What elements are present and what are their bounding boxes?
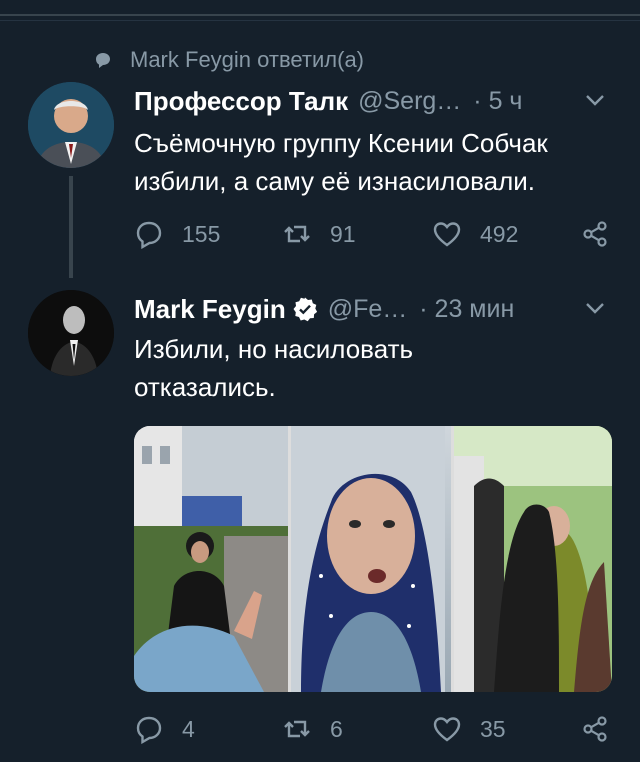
comment-bubble-icon — [94, 51, 112, 69]
avatar[interactable] — [28, 82, 114, 168]
tweet-actions: 155 91 492 — [134, 214, 614, 254]
share-button[interactable] — [580, 214, 628, 254]
share-button[interactable] — [580, 709, 628, 749]
media-photo[interactable] — [134, 426, 288, 692]
top-divider-secondary — [0, 20, 640, 21]
retweet-count: 6 — [330, 715, 343, 742]
tweet-actions: 4 6 35 — [134, 709, 614, 749]
reply-count: 155 — [182, 220, 221, 247]
tweet-header: Mark Feygin @Fe… · 23 мин — [134, 290, 514, 328]
author-handle[interactable]: @Fe… — [328, 295, 408, 324]
tweet-text-line: избили, а саму её изнасиловали. — [134, 166, 535, 196]
chevron-down-icon[interactable] — [584, 93, 606, 107]
reply-icon — [136, 221, 162, 249]
tweet-text-line: Съёмочную группу Ксении Собчак — [134, 128, 548, 158]
tweet-text: Съёмочную группу Ксении Собчак избили, а… — [134, 124, 614, 200]
retweet-icon — [284, 225, 310, 243]
like-count: 492 — [480, 220, 519, 247]
reply-icon — [136, 716, 162, 744]
share-icon — [583, 716, 607, 742]
author-name[interactable]: Mark Feygin — [134, 294, 286, 325]
media-photo[interactable] — [288, 426, 454, 692]
like-icon — [433, 222, 461, 247]
author-handle[interactable]: @Serg… — [358, 87, 461, 116]
thread-connector-line — [69, 176, 73, 278]
tweet-timestamp[interactable]: · 23 мин — [419, 295, 514, 324]
reply-context-text: Mark Feygin ответил(а) — [130, 47, 365, 72]
like-icon — [433, 717, 461, 742]
retweet-count: 91 — [330, 220, 356, 247]
like-count: 35 — [480, 715, 506, 742]
reply-context-bar[interactable]: Mark Feygin ответил(а) — [94, 40, 364, 80]
top-divider — [0, 14, 640, 16]
retweet-button[interactable]: 91 — [282, 214, 356, 254]
tweet-header: Профессор Талк @Serg… · 5 ч — [134, 82, 522, 120]
like-button[interactable]: 492 — [432, 214, 518, 254]
like-button[interactable]: 35 — [432, 709, 506, 749]
author-name[interactable]: Профессор Талк — [134, 86, 348, 117]
share-icon — [583, 221, 607, 247]
chevron-down-icon[interactable] — [584, 301, 606, 315]
reply-button[interactable]: 4 — [134, 709, 195, 749]
avatar[interactable] — [28, 290, 114, 376]
tweet-text: Избили, но насиловать отказались. — [134, 330, 614, 406]
tweet-text-line: отказались. — [134, 372, 276, 402]
tweet-text-line: Избили, но насиловать — [134, 334, 414, 364]
media-photo[interactable] — [454, 426, 612, 692]
verified-badge-icon — [293, 297, 317, 322]
retweet-button[interactable]: 6 — [282, 709, 343, 749]
tweet-timestamp[interactable]: · 5 ч — [473, 87, 522, 116]
retweet-icon — [284, 720, 310, 738]
reply-count: 4 — [182, 715, 195, 742]
tweet-media-grid[interactable] — [134, 426, 612, 692]
reply-button[interactable]: 155 — [134, 214, 220, 254]
